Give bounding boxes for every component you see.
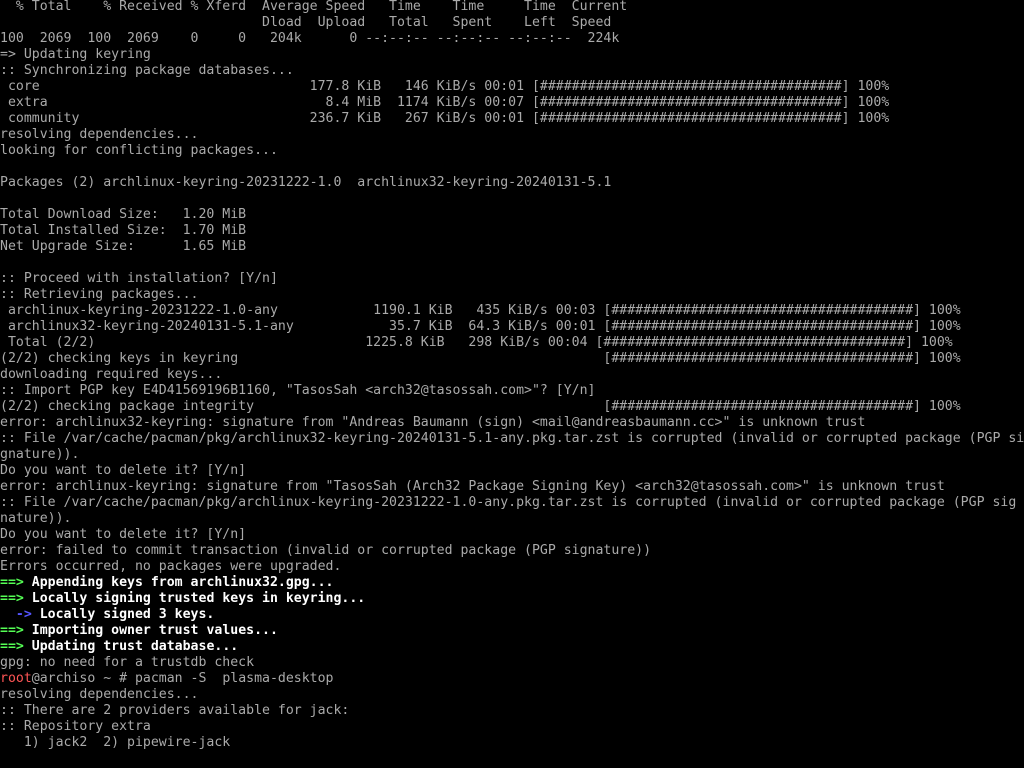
terminal-text: Errors occurred, no packages were upgrad…	[0, 559, 342, 574]
terminal-text: :: There are 2 providers available for j…	[0, 703, 350, 718]
terminal-text: :: Repository extra	[0, 719, 151, 734]
terminal-line: :: Repository extra	[0, 719, 1024, 735]
terminal-text: 100 2069 100 2069 0 0 204k 0 --:--:-- --…	[0, 31, 620, 46]
terminal-line: (2/2) checking package integrity [######…	[0, 399, 1024, 415]
terminal-text: 1) jack2 2) pipewire-jack	[0, 735, 231, 750]
terminal-text: :: Synchronizing package databases...	[0, 63, 294, 78]
terminal-line: Do you want to delete it? [Y/n]	[0, 463, 1024, 479]
terminal-line: error: archlinux32-keyring: signature fr…	[0, 415, 1024, 431]
terminal-line: Errors occurred, no packages were upgrad…	[0, 559, 1024, 575]
terminal-line: community 236.7 KiB 267 KiB/s 00:01 [###…	[0, 111, 1024, 127]
terminal-line: error: failed to commit transaction (inv…	[0, 543, 1024, 559]
sub-arrow-marker: ->	[0, 607, 32, 622]
terminal-line: Packages (2) archlinux-keyring-20231222-…	[0, 175, 1024, 191]
terminal-text: Total Installed Size: 1.70 MiB	[0, 223, 247, 238]
terminal-text: Importing owner trust values...	[23, 623, 278, 638]
terminal-line: Dload Upload Total Spent Left Speed	[0, 15, 1024, 31]
terminal-text: looking for conflicting packages...	[0, 143, 278, 158]
terminal-text: downloading required keys...	[0, 367, 223, 382]
root-user-label: root	[0, 671, 32, 686]
terminal-line: :: File /var/cache/pacman/pkg/archlinux3…	[0, 431, 1024, 447]
terminal-line: core 177.8 KiB 146 KiB/s 00:01 [########…	[0, 79, 1024, 95]
terminal-line: ==> Locally signing trusted keys in keyr…	[0, 591, 1024, 607]
terminal-text: gpg: no need for a trustdb check	[0, 655, 255, 670]
terminal-line: error: archlinux-keyring: signature from…	[0, 479, 1024, 495]
terminal-line: looking for conflicting packages...	[0, 143, 1024, 159]
terminal-text: Total (2/2) 1225.8 KiB 298 KiB/s 00:04 […	[0, 335, 953, 350]
terminal-line: downloading required keys...	[0, 367, 1024, 383]
terminal-text: :: File /var/cache/pacman/pkg/archlinux3…	[0, 431, 1024, 446]
terminal-text: :: Import PGP key E4D41569196B1160, "Tas…	[0, 383, 596, 398]
terminal-line: gnature)).	[0, 447, 1024, 463]
terminal-line: resolving dependencies...	[0, 687, 1024, 703]
terminal-line: (2/2) checking keys in keyring [########…	[0, 351, 1024, 367]
terminal-text: error: failed to commit transaction (inv…	[0, 543, 652, 558]
terminal-text: Total Download Size: 1.20 MiB	[0, 207, 247, 222]
terminal-line: ==> Appending keys from archlinux32.gpg.…	[0, 575, 1024, 591]
terminal-text: @archiso ~ # pacman -S plasma-desktop	[31, 671, 334, 686]
terminal-line: Net Upgrade Size: 1.65 MiB	[0, 239, 1024, 255]
terminal-line: Total (2/2) 1225.8 KiB 298 KiB/s 00:04 […	[0, 335, 1024, 351]
terminal-line: Total Download Size: 1.20 MiB	[0, 207, 1024, 223]
terminal-line: root@archiso ~ # pacman -S plasma-deskto…	[0, 671, 1024, 687]
terminal-line: nature)).	[0, 511, 1024, 527]
terminal-line: :: There are 2 providers available for j…	[0, 703, 1024, 719]
terminal-text: Dload Upload Total Spent Left Speed	[0, 15, 612, 30]
terminal-line: :: Synchronizing package databases...	[0, 63, 1024, 79]
terminal-screen[interactable]: % Total % Received % Xferd Average Speed…	[0, 0, 1024, 768]
terminal-text: Net Upgrade Size: 1.65 MiB	[0, 239, 247, 254]
terminal-line: -> Locally signed 3 keys.	[0, 607, 1024, 623]
terminal-text: Locally signing trusted keys in keyring.…	[23, 591, 366, 606]
terminal-text: Do you want to delete it? [Y/n]	[0, 527, 247, 542]
terminal-line: Do you want to delete it? [Y/n]	[0, 527, 1024, 543]
terminal-text: Packages (2) archlinux-keyring-20231222-…	[0, 175, 612, 190]
terminal-line: extra 8.4 MiB 1174 KiB/s 00:07 [########…	[0, 95, 1024, 111]
terminal-line: :: File /var/cache/pacman/pkg/archlinux-…	[0, 495, 1024, 511]
terminal-text: error: archlinux32-keyring: signature fr…	[0, 415, 866, 430]
terminal-line: gpg: no need for a trustdb check	[0, 655, 1024, 671]
terminal-text: resolving dependencies...	[0, 687, 199, 702]
arrow-marker: ==>	[0, 591, 24, 606]
terminal-text: community 236.7 KiB 267 KiB/s 00:01 [###…	[0, 111, 890, 126]
arrow-marker: ==>	[0, 639, 24, 654]
terminal-line: resolving dependencies...	[0, 127, 1024, 143]
terminal-line: archlinux-keyring-20231222-1.0-any 1190.…	[0, 303, 1024, 319]
terminal-text: (2/2) checking keys in keyring [########…	[0, 351, 961, 366]
terminal-text: error: archlinux-keyring: signature from…	[0, 479, 945, 494]
terminal-line: % Total % Received % Xferd Average Speed…	[0, 0, 1024, 15]
terminal-text: Locally signed 3 keys.	[31, 607, 215, 622]
terminal-line: => Updating keyring	[0, 47, 1024, 63]
terminal-text: resolving dependencies...	[0, 127, 199, 142]
terminal-text: :: Proceed with installation? [Y/n]	[0, 271, 278, 286]
terminal-line: ==> Importing owner trust values...	[0, 623, 1024, 639]
terminal-text: archlinux-keyring-20231222-1.0-any 1190.…	[0, 303, 961, 318]
terminal-line: :: Import PGP key E4D41569196B1160, "Tas…	[0, 383, 1024, 399]
terminal-text: % Total % Received % Xferd Average Speed…	[0, 0, 628, 14]
terminal-text: nature)).	[0, 511, 72, 526]
terminal-line: Total Installed Size: 1.70 MiB	[0, 223, 1024, 239]
terminal-text: (2/2) checking package integrity [######…	[0, 399, 961, 414]
terminal-line: :: Proceed with installation? [Y/n]	[0, 271, 1024, 287]
terminal-text: Updating trust database...	[23, 639, 239, 654]
terminal-text: archlinux32-keyring-20240131-5.1-any 35.…	[0, 319, 961, 334]
terminal-line: ==> Updating trust database...	[0, 639, 1024, 655]
terminal-text: Do you want to delete it? [Y/n]	[0, 463, 247, 478]
arrow-marker: ==>	[0, 623, 24, 638]
terminal-line: 100 2069 100 2069 0 0 204k 0 --:--:-- --…	[0, 31, 1024, 47]
terminal-text: :: Retrieving packages...	[0, 287, 199, 302]
terminal-line: :: Retrieving packages...	[0, 287, 1024, 303]
terminal-text: gnature)).	[0, 447, 80, 462]
terminal-line: 1) jack2 2) pipewire-jack	[0, 735, 1024, 751]
terminal-text: :: File /var/cache/pacman/pkg/archlinux-…	[0, 495, 1017, 510]
terminal-text: core 177.8 KiB 146 KiB/s 00:01 [########…	[0, 79, 890, 94]
terminal-line: archlinux32-keyring-20240131-5.1-any 35.…	[0, 319, 1024, 335]
arrow-marker: ==>	[0, 575, 24, 590]
terminal-text: Appending keys from archlinux32.gpg...	[23, 575, 334, 590]
terminal-text: extra 8.4 MiB 1174 KiB/s 00:07 [########…	[0, 95, 890, 110]
terminal-text: => Updating keyring	[0, 47, 151, 62]
